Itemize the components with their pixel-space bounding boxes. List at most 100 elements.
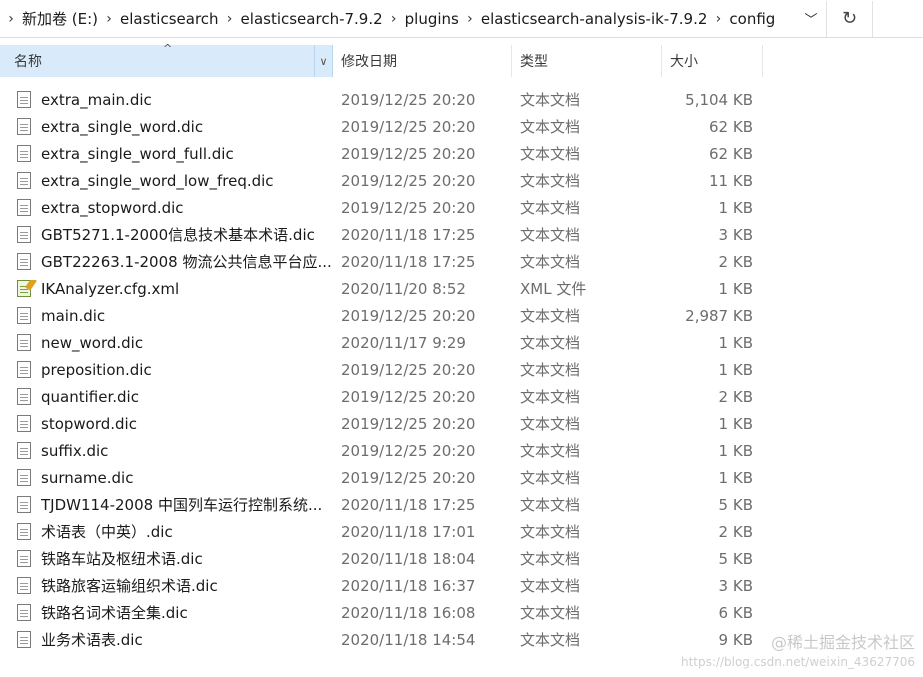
file-name[interactable]: extra_single_word_full.dic xyxy=(41,145,234,163)
file-name[interactable]: GBT5271.1-2000信息技术基本术语.dic xyxy=(41,224,315,245)
file-size: 5,104 KB xyxy=(685,90,753,109)
file-name[interactable]: suffix.dic xyxy=(41,442,108,460)
file-row[interactable]: new_word.dic 2020/11/17 9:29 文本文档 1 KB xyxy=(0,329,923,356)
file-name[interactable]: IKAnalyzer.cfg.xml xyxy=(41,280,179,298)
file-name[interactable]: quantifier.dic xyxy=(41,388,139,406)
file-name-cell[interactable]: GBT22263.1-2008 物流公共信息平台应... xyxy=(0,251,333,272)
column-header-date[interactable]: 修改日期 xyxy=(333,45,512,77)
file-name[interactable]: 业务术语表.dic xyxy=(41,629,143,650)
column-header-name[interactable]: ^ 名称 ∨ xyxy=(0,42,333,77)
file-name[interactable]: GBT22263.1-2008 物流公共信息平台应... xyxy=(41,251,332,272)
search-box-edge[interactable] xyxy=(873,1,923,37)
file-row[interactable]: TJDW114-2008 中国列车运行控制系统... 2020/11/18 17:… xyxy=(0,491,923,518)
file-row[interactable]: extra_single_word_low_freq.dic 2019/12/25… xyxy=(0,167,923,194)
file-name-cell[interactable]: 铁路名词术语全集.dic xyxy=(0,602,333,623)
file-row[interactable]: GBT5271.1-2000信息技术基本术语.dic 2020/11/18 17:… xyxy=(0,221,923,248)
file-name[interactable]: 铁路名词术语全集.dic xyxy=(41,602,188,623)
breadcrumb-separator-icon[interactable]: › xyxy=(709,11,727,27)
breadcrumb-separator-icon[interactable]: › xyxy=(221,11,239,27)
file-name-cell[interactable]: extra_single_word_full.dic xyxy=(0,145,333,163)
text-file-icon xyxy=(17,145,31,162)
file-row[interactable]: 业务术语表.dic 2020/11/18 14:54 文本文档 9 KB xyxy=(0,626,923,653)
file-name[interactable]: surname.dic xyxy=(41,469,133,487)
text-file-icon xyxy=(17,523,31,540)
file-name[interactable]: 铁路车站及枢纽术语.dic xyxy=(41,548,203,569)
file-name-cell[interactable]: extra_stopword.dic xyxy=(0,199,333,217)
file-row[interactable]: main.dic 2019/12/25 20:20 文本文档 2,987 KB xyxy=(0,302,923,329)
file-name-cell[interactable]: GBT5271.1-2000信息技术基本术语.dic xyxy=(0,224,333,245)
breadcrumb-item[interactable]: config xyxy=(727,10,777,28)
file-name-cell[interactable]: preposition.dic xyxy=(0,361,333,379)
breadcrumb-item[interactable]: elasticsearch-7.9.2 xyxy=(239,10,385,28)
file-row[interactable]: 铁路名词术语全集.dic 2020/11/18 16:08 文本文档 6 KB xyxy=(0,599,923,626)
file-row[interactable]: quantifier.dic 2019/12/25 20:20 文本文档 2 KB xyxy=(0,383,923,410)
file-name-cell[interactable]: extra_main.dic xyxy=(0,91,333,109)
file-name-cell[interactable]: 铁路旅客运输组织术语.dic xyxy=(0,575,333,596)
file-name[interactable]: 铁路旅客运输组织术语.dic xyxy=(41,575,218,596)
file-row[interactable]: preposition.dic 2019/12/25 20:20 文本文档 1 KB xyxy=(0,356,923,383)
file-name[interactable]: extra_main.dic xyxy=(41,91,152,109)
file-name-cell[interactable]: surname.dic xyxy=(0,469,333,487)
file-name-cell[interactable]: 术语表（中英）.dic xyxy=(0,521,333,542)
file-row[interactable]: extra_single_word.dic 2019/12/25 20:20 文本文… xyxy=(0,113,923,140)
breadcrumb-separator-icon[interactable]: › xyxy=(100,11,118,27)
breadcrumb-item[interactable]: 新加卷 (E:) xyxy=(20,8,100,29)
file-row[interactable]: surname.dic 2019/12/25 20:20 文本文档 1 KB xyxy=(0,464,923,491)
file-name[interactable]: stopword.dic xyxy=(41,415,137,433)
column-filter-dropdown-icon[interactable]: ∨ xyxy=(314,45,332,77)
file-type: 文本文档 xyxy=(520,361,581,379)
text-file-icon xyxy=(17,253,31,270)
file-row[interactable]: extra_stopword.dic 2019/12/25 20:20 文本文档 1 … xyxy=(0,194,923,221)
file-row[interactable]: 术语表（中英）.dic 2020/11/18 17:01 文本文档 2 KB xyxy=(0,518,923,545)
file-name-cell[interactable]: new_word.dic xyxy=(0,334,333,352)
breadcrumb-item[interactable]: elasticsearch xyxy=(118,10,221,28)
file-row[interactable]: suffix.dic 2019/12/25 20:20 文本文档 1 KB xyxy=(0,437,923,464)
file-name-cell[interactable]: quantifier.dic xyxy=(0,388,333,406)
breadcrumb-separator-icon[interactable]: › xyxy=(385,11,403,27)
file-name[interactable]: extra_stopword.dic xyxy=(41,199,184,217)
file-name[interactable]: TJDW114-2008 中国列车运行控制系统... xyxy=(41,494,322,515)
file-name-cell[interactable]: extra_single_word.dic xyxy=(0,118,333,136)
refresh-button[interactable]: ↻ xyxy=(827,0,873,37)
column-header-type[interactable]: 类型 xyxy=(512,45,662,77)
file-name[interactable]: 术语表（中英）.dic xyxy=(41,521,173,542)
file-name-cell[interactable]: suffix.dic xyxy=(0,442,333,460)
file-row[interactable]: 铁路车站及枢纽术语.dic 2020/11/18 18:04 文本文档 5 KB xyxy=(0,545,923,572)
file-row[interactable]: extra_main.dic 2019/12/25 20:20 文本文档 5,104 … xyxy=(0,86,923,113)
column-header-type-label: 类型 xyxy=(520,54,548,70)
file-row[interactable]: IKAnalyzer.cfg.xml 2020/11/20 8:52 XML 文件 1… xyxy=(0,275,923,302)
file-modified-date: 2019/12/25 20:20 xyxy=(341,441,476,460)
file-name-cell[interactable]: 业务术语表.dic xyxy=(0,629,333,650)
file-name-cell[interactable]: IKAnalyzer.cfg.xml xyxy=(0,279,333,298)
file-size: 1 KB xyxy=(718,414,753,433)
file-name-cell[interactable]: main.dic xyxy=(0,307,333,325)
breadcrumb-item[interactable]: elasticsearch-analysis-ik-7.9.2 xyxy=(479,10,710,28)
file-row[interactable]: stopword.dic 2019/12/25 20:20 文本文档 1 KB xyxy=(0,410,923,437)
file-name[interactable]: extra_single_word.dic xyxy=(41,118,203,136)
text-file-icon xyxy=(17,388,31,405)
file-name-cell[interactable]: extra_single_word_low_freq.dic xyxy=(0,172,333,190)
file-row[interactable]: extra_single_word_full.dic 2019/12/25 20:… xyxy=(0,140,923,167)
file-name-cell[interactable]: 铁路车站及枢纽术语.dic xyxy=(0,548,333,569)
file-modified-date: 2019/12/25 20:20 xyxy=(341,171,476,190)
file-type: 文本文档 xyxy=(520,226,581,244)
file-type: 文本文档 xyxy=(520,307,581,325)
breadcrumb[interactable]: › 新加卷 (E:) › elasticsearch › elasticsearch-7.… xyxy=(0,0,827,37)
file-name-cell[interactable]: TJDW114-2008 中国列车运行控制系统... xyxy=(0,494,333,515)
breadcrumb-separator-icon[interactable]: › xyxy=(461,11,479,27)
file-modified-date: 2020/11/18 17:01 xyxy=(341,522,476,541)
file-modified-date: 2019/12/25 20:20 xyxy=(341,198,476,217)
breadcrumb-separator-icon[interactable]: › xyxy=(2,11,20,27)
file-name-cell[interactable]: stopword.dic xyxy=(0,415,333,433)
file-name[interactable]: extra_single_word_low_freq.dic xyxy=(41,172,274,190)
breadcrumb-item[interactable]: plugins xyxy=(403,10,461,28)
column-header-size[interactable]: 大小 xyxy=(662,45,763,77)
column-header-size-label: 大小 xyxy=(670,54,698,70)
file-name[interactable]: new_word.dic xyxy=(41,334,143,352)
file-size: 2 KB xyxy=(718,387,753,406)
file-row[interactable]: GBT22263.1-2008 物流公共信息平台应... 2020/11/18 1… xyxy=(0,248,923,275)
file-name[interactable]: preposition.dic xyxy=(41,361,152,379)
file-name[interactable]: main.dic xyxy=(41,307,105,325)
file-row[interactable]: 铁路旅客运输组织术语.dic 2020/11/18 16:37 文本文档 3 KB xyxy=(0,572,923,599)
chevron-down-icon[interactable]: ﹀ xyxy=(796,1,826,37)
